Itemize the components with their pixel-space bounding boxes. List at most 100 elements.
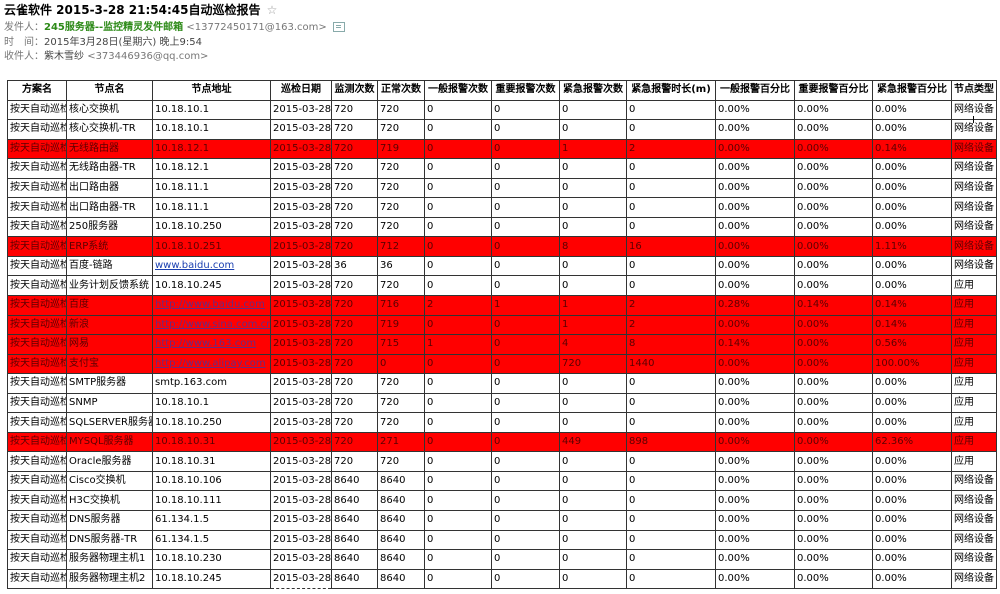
scheme-name-cell: 按天自动巡检 — [7, 353, 67, 375]
monitor-count-cell: 720 — [331, 138, 378, 160]
contact-card-icon[interactable] — [332, 22, 345, 32]
urgent-alarm-count-cell: 0 — [559, 451, 627, 472]
column-header: 巡检日期 — [270, 80, 332, 101]
scheme-name-cell: 按天自动巡检 — [7, 568, 67, 590]
node-type-cell: 应用 — [951, 392, 997, 414]
general-alarm-count-cell: 0 — [424, 490, 492, 512]
normal-count-cell: 715 — [377, 334, 425, 355]
node-address-cell: www.baidu.com — [152, 255, 271, 277]
node-name-cell: 出口路由器-TR — [66, 197, 153, 218]
important-alarm-percent-cell: 0.00% — [794, 236, 873, 257]
node-address-link[interactable]: http://www.baidu.com — [155, 299, 265, 310]
node-name-cell: DNS服务器-TR — [66, 529, 153, 551]
node-name-cell: Oracle服务器 — [66, 451, 153, 472]
normal-count-cell: 720 — [377, 197, 425, 218]
urgent-alarm-duration-cell: 0 — [626, 99, 716, 121]
scheme-name-cell: 按天自动巡检 — [7, 431, 67, 453]
important-alarm-percent-cell: 0.00% — [794, 119, 873, 140]
normal-count-cell: 36 — [377, 255, 425, 277]
inspection-date-cell: 2015-03-28 — [270, 236, 332, 257]
important-alarm-count-cell: 0 — [491, 255, 560, 277]
scheme-name-cell: 按天自动巡检 — [7, 392, 67, 414]
important-alarm-percent-cell: 0.00% — [794, 216, 873, 238]
normal-count-cell: 0 — [377, 353, 425, 375]
normal-count-cell: 8640 — [377, 568, 425, 590]
inspection-date-cell: 2015-03-28 — [270, 431, 332, 453]
table-row: 按天自动巡检 服务器物理主机2 10.18.10.245 2015-03-28 8640… — [7, 568, 997, 590]
column-header: 正常次数 — [377, 80, 425, 101]
column-header: 一般报警次数 — [424, 80, 492, 101]
from-line: 发件人：245服务器--监控精灵发件邮箱 <13772450171@163.co… — [4, 21, 345, 35]
to-line: 收件人：紫木雪纱 <373446936@qq.com> — [4, 50, 208, 64]
general-alarm-percent-cell: 0.00% — [715, 568, 795, 590]
node-type-cell: 应用 — [951, 451, 997, 472]
node-address-link[interactable]: http://www.163.com — [155, 338, 256, 349]
important-alarm-percent-cell: 0.00% — [794, 451, 873, 472]
scheme-name-cell: 按天自动巡检 — [7, 99, 67, 121]
table-row: 按天自动巡检 Cisco交换机 10.18.10.106 2015-03-28 8640… — [7, 470, 997, 492]
urgent-alarm-duration-cell: 1440 — [626, 353, 716, 375]
node-name-cell: 核心交换机-TR — [66, 119, 153, 140]
table-row: 按天自动巡检 出口路由器 10.18.11.1 2015-03-28 720 720 0 0 0… — [7, 177, 997, 199]
general-alarm-percent-cell: 0.00% — [715, 236, 795, 257]
scheme-name-cell: 按天自动巡检 — [7, 255, 67, 277]
node-name-cell: 无线路由器 — [66, 138, 153, 160]
recipient-name[interactable]: 紫木雪纱 — [44, 51, 84, 62]
node-type-cell: 应用 — [951, 431, 997, 453]
general-alarm-percent-cell: 0.00% — [715, 197, 795, 218]
urgent-alarm-percent-cell: 0.00% — [872, 275, 952, 297]
node-address-cell: 10.18.10.251 — [152, 236, 271, 257]
important-alarm-count-cell: 0 — [491, 119, 560, 140]
normal-count-cell: 720 — [377, 275, 425, 297]
urgent-alarm-count-cell: 0 — [559, 275, 627, 297]
table-row: 按天自动巡检 业务计划反馈系统 10.18.10.245 2015-03-28 720 7… — [7, 275, 997, 297]
node-type-cell: 应用 — [951, 373, 997, 394]
table-body: 按天自动巡检 核心交换机 10.18.10.1 2015-03-28 720 720 0 0 0… — [7, 99, 997, 590]
inspection-date-cell: 2015-03-28 — [270, 295, 332, 316]
node-address-cell: 10.18.10.250 — [152, 412, 271, 433]
general-alarm-percent-cell: 0.00% — [715, 275, 795, 297]
monitor-count-cell: 8640 — [331, 490, 378, 512]
node-address-cell: 10.18.10.1 — [152, 119, 271, 140]
node-address-link[interactable]: www.baidu.com — [155, 260, 234, 271]
sender-name[interactable]: 245服务器--监控精灵发件邮箱 — [44, 22, 183, 33]
general-alarm-count-cell: 0 — [424, 412, 492, 433]
table-row: 按天自动巡检 H3C交换机 10.18.10.111 2015-03-28 8640 86… — [7, 490, 997, 512]
urgent-alarm-count-cell: 1 — [559, 295, 627, 316]
scheme-name-cell: 按天自动巡检 — [7, 451, 67, 472]
urgent-alarm-count-cell: 720 — [559, 353, 627, 375]
important-alarm-count-cell: 0 — [491, 392, 560, 414]
normal-count-cell: 720 — [377, 392, 425, 414]
general-alarm-count-cell: 0 — [424, 510, 492, 531]
general-alarm-count-cell: 0 — [424, 177, 492, 199]
node-name-cell: SNMP — [66, 392, 153, 414]
monitor-count-cell: 720 — [331, 236, 378, 257]
inspection-date-cell: 2015-03-28 — [270, 490, 332, 512]
table-row: 按天自动巡检 SMTP服务器 smtp.163.com 2015-03-28 720 72… — [7, 373, 997, 394]
general-alarm-percent-cell: 0.00% — [715, 510, 795, 531]
important-alarm-percent-cell: 0.00% — [794, 353, 873, 375]
urgent-alarm-duration-cell: 2 — [626, 138, 716, 160]
node-address-link[interactable]: http://www.alipay.com — [155, 358, 266, 369]
urgent-alarm-percent-cell: 0.00% — [872, 529, 952, 551]
normal-count-cell: 720 — [377, 99, 425, 121]
node-address-link[interactable]: http://www.sina.com.cn — [155, 319, 270, 330]
urgent-alarm-duration-cell: 2 — [626, 295, 716, 316]
urgent-alarm-percent-cell: 0.00% — [872, 197, 952, 218]
general-alarm-count-cell: 0 — [424, 392, 492, 414]
general-alarm-percent-cell: 0.00% — [715, 138, 795, 160]
table-row: 按天自动巡检 核心交换机 10.18.10.1 2015-03-28 720 720 0 0 0… — [7, 99, 997, 121]
urgent-alarm-count-cell: 0 — [559, 177, 627, 199]
urgent-alarm-percent-cell: 0.00% — [872, 568, 952, 590]
node-type-cell: 应用 — [951, 314, 997, 336]
node-type-cell: 网络设备 — [951, 549, 997, 570]
urgent-alarm-count-cell: 1 — [559, 314, 627, 336]
scheme-name-cell: 按天自动巡检 — [7, 138, 67, 160]
node-type-cell: 网络设备 — [951, 216, 997, 238]
star-icon[interactable]: ☆ — [267, 3, 278, 17]
node-name-cell: 新浪 — [66, 314, 153, 336]
scheme-name-cell: 按天自动巡检 — [7, 490, 67, 512]
monitor-count-cell: 8640 — [331, 510, 378, 531]
email-subject: 云雀软件 2015-3-28 21:54:45自动巡检报告 ☆ — [4, 2, 277, 18]
urgent-alarm-duration-cell: 0 — [626, 275, 716, 297]
